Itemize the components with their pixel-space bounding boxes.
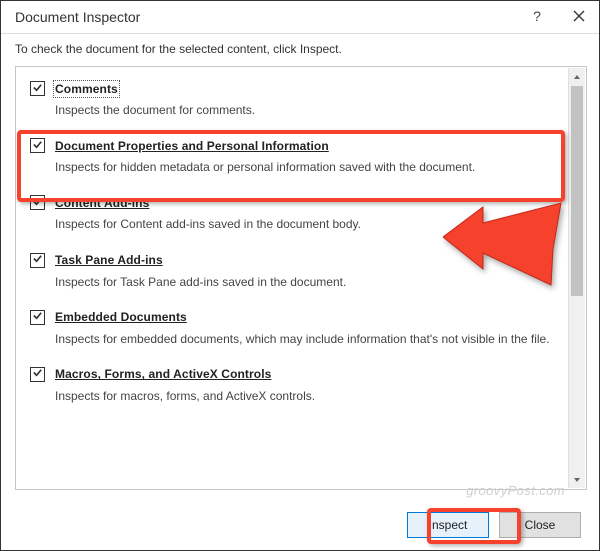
scroll-up-icon xyxy=(569,68,585,85)
option-title: Comments xyxy=(55,82,118,96)
check-icon xyxy=(32,196,43,210)
option-desc: Inspects for embedded documents, which m… xyxy=(30,331,576,347)
option-desc: Inspects the document for comments. xyxy=(30,102,576,118)
option-title: Macros, Forms, and ActiveX Controls xyxy=(55,367,271,381)
option-doc-properties: Document Properties and Personal Informa… xyxy=(26,130,578,187)
check-icon xyxy=(32,253,43,267)
close-dialog-button[interactable]: Close xyxy=(499,512,581,538)
title-bar: Document Inspector ? xyxy=(1,1,599,34)
window-title: Document Inspector xyxy=(15,9,140,25)
option-title: Task Pane Add-ins xyxy=(55,253,163,267)
checkbox-comments[interactable] xyxy=(30,81,45,96)
check-icon xyxy=(32,139,43,153)
option-desc: Inspects for hidden metadata or personal… xyxy=(30,159,576,175)
scrollbar-thumb[interactable] xyxy=(571,86,583,296)
instruction-text: To check the document for the selected c… xyxy=(1,34,599,66)
close-button[interactable] xyxy=(569,7,589,27)
option-taskpane-addins: Task Pane Add-ins Inspects for Task Pane… xyxy=(26,245,578,302)
window-controls: ? xyxy=(527,7,589,27)
checkbox-taskpane-addins[interactable] xyxy=(30,253,45,268)
option-comments: Comments Inspects the document for comme… xyxy=(26,73,578,130)
option-desc: Inspects for Task Pane add-ins saved in … xyxy=(30,274,576,290)
check-icon xyxy=(32,82,43,96)
help-button[interactable]: ? xyxy=(527,7,547,27)
close-icon xyxy=(573,10,585,25)
checkbox-embedded-docs[interactable] xyxy=(30,310,45,325)
checkbox-content-addins[interactable] xyxy=(30,195,45,210)
inspect-button[interactable]: Inspect xyxy=(407,512,489,538)
option-macros: Macros, Forms, and ActiveX Controls Insp… xyxy=(26,359,578,416)
check-icon xyxy=(32,310,43,324)
option-desc: Inspects for Content add-ins saved in th… xyxy=(30,216,576,232)
option-title: Document Properties and Personal Informa… xyxy=(55,139,329,153)
checkbox-macros[interactable] xyxy=(30,367,45,382)
scroll-down-icon xyxy=(569,471,585,488)
option-title: Content Add-ins xyxy=(55,196,149,210)
content-area: Comments Inspects the document for comme… xyxy=(1,66,599,490)
options-list: Comments Inspects the document for comme… xyxy=(15,66,587,490)
option-embedded-docs: Embedded Documents Inspects for embedded… xyxy=(26,302,578,359)
option-content-addins: Content Add-ins Inspects for Content add… xyxy=(26,187,578,244)
checkbox-doc-properties[interactable] xyxy=(30,138,45,153)
watermark-text: groovyPost.com xyxy=(466,483,565,498)
vertical-scrollbar[interactable] xyxy=(568,68,585,488)
dialog-footer: Inspect Close xyxy=(1,502,599,550)
option-desc: Inspects for macros, forms, and ActiveX … xyxy=(30,388,576,404)
option-title: Embedded Documents xyxy=(55,310,187,324)
check-icon xyxy=(32,367,43,381)
